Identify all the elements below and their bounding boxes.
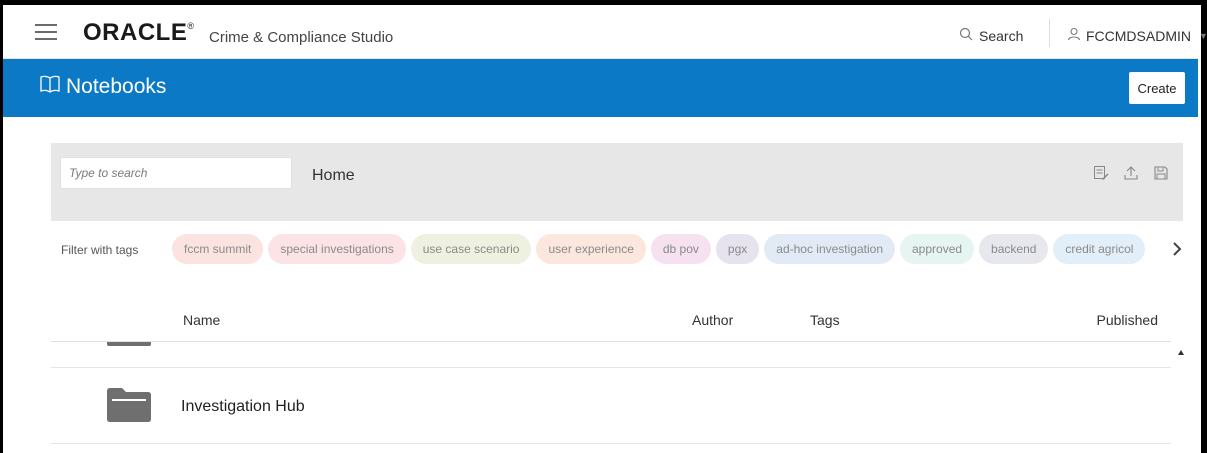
user-menu[interactable]: FCCMDSADMIN ▼: [1067, 27, 1207, 44]
create-button[interactable]: Create: [1129, 72, 1185, 104]
scroll-up-arrow[interactable]: [1178, 350, 1184, 355]
notebook-list: Investigation Hub: [51, 342, 1171, 453]
column-header-tags[interactable]: Tags: [810, 312, 840, 328]
book-icon: [40, 75, 60, 99]
tag-chip[interactable]: special investigations: [268, 234, 406, 264]
tag-chip[interactable]: use case scenario: [410, 234, 532, 264]
edit-notes-icon[interactable]: [1093, 165, 1109, 181]
filter-label: Filter with tags: [61, 243, 139, 257]
header-divider: [1049, 19, 1050, 47]
search-input[interactable]: [60, 157, 292, 189]
column-header-name[interactable]: Name: [183, 312, 220, 328]
page-title: Notebooks: [40, 75, 166, 99]
chevron-down-icon: ▼: [1199, 30, 1207, 41]
tag-list: fccm summit special investigations use cas…: [172, 234, 1146, 264]
tag-chip[interactable]: pgx: [715, 234, 760, 264]
item-name[interactable]: Investigation Hub: [181, 398, 305, 416]
search-icon: [959, 27, 973, 44]
toolbar-actions: [1093, 165, 1169, 181]
column-header-author[interactable]: Author: [692, 312, 733, 328]
folder-icon: [107, 388, 151, 422]
page-title-text: Notebooks: [66, 75, 167, 98]
page-title-bar: Notebooks Create: [3, 59, 1198, 117]
upload-icon[interactable]: [1123, 165, 1139, 181]
menu-icon[interactable]: [35, 24, 57, 40]
top-header: ORACLE® Crime & Compliance Studio Search…: [3, 5, 1207, 59]
list-item[interactable]: Investigation Hub: [51, 368, 1171, 444]
tag-chip[interactable]: user experience: [536, 234, 646, 264]
app-name: Crime & Compliance Studio: [209, 29, 394, 46]
tag-chip[interactable]: backend: [979, 234, 1049, 264]
breadcrumb[interactable]: Home: [312, 167, 355, 185]
toolbar-panel: Home: [51, 143, 1183, 221]
scrollbar[interactable]: [1175, 342, 1187, 453]
tag-chip[interactable]: ad-hoc investigation: [764, 234, 895, 264]
folder-icon: [107, 342, 151, 346]
table-header: Name Author Tags Published: [51, 300, 1171, 342]
save-icon[interactable]: [1153, 165, 1169, 181]
tag-chip[interactable]: fccm summit: [172, 234, 264, 264]
username: FCCMDSADMIN: [1086, 27, 1191, 44]
tag-chip[interactable]: approved: [900, 234, 975, 264]
column-header-published[interactable]: Published: [1097, 312, 1159, 328]
tag-chip[interactable]: db pov: [650, 234, 711, 264]
oracle-logo: ORACLE®: [83, 19, 195, 46]
tag-chip[interactable]: credit agricol: [1053, 234, 1146, 264]
tag-filter-bar: Filter with tags fccm summit special inve…: [51, 221, 1183, 279]
list-item[interactable]: [51, 342, 1171, 368]
chevron-right-icon[interactable]: [1172, 240, 1182, 261]
user-icon: [1067, 27, 1081, 44]
search-link[interactable]: Search: [959, 27, 1023, 44]
search-label: Search: [979, 27, 1024, 44]
